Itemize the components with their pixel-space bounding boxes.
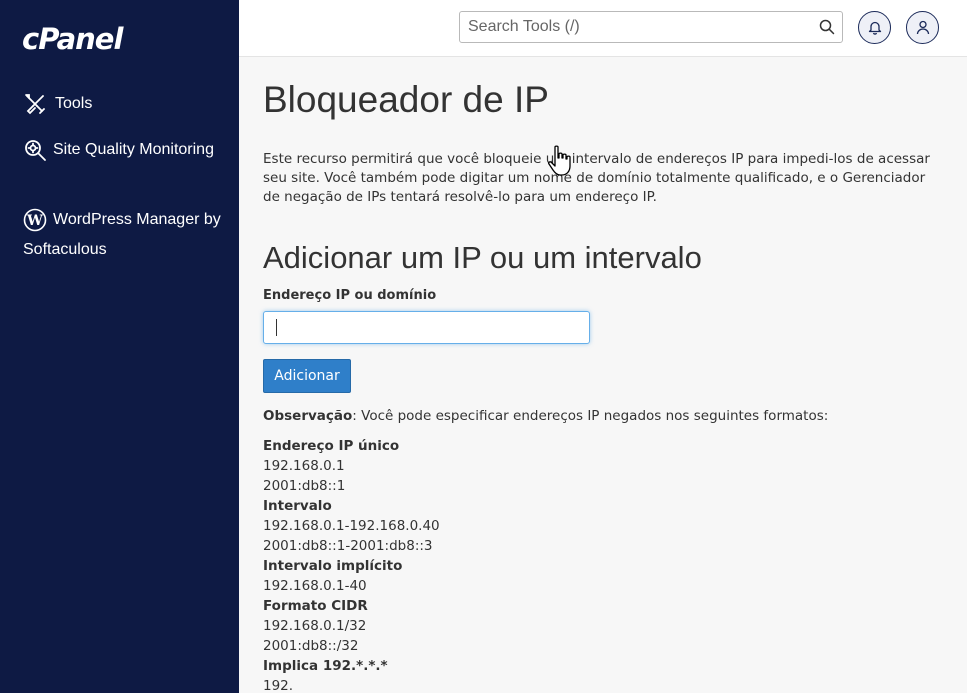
sidebar-item-label: Tools — [55, 95, 93, 112]
text-caret — [276, 319, 277, 336]
sidebar-item-label: WordPress Manager by Softaculous — [23, 211, 221, 258]
cpanel-logo[interactable]: cPanel — [22, 22, 123, 56]
sidebar-item-label: Site Quality Monitoring — [53, 141, 214, 158]
user-menu-button[interactable] — [906, 11, 939, 44]
bell-icon — [868, 21, 881, 35]
format-heading: Formato CIDR — [263, 598, 368, 614]
format-example: 2001:db8::1-2001:db8::3 — [263, 538, 433, 554]
sidebar: cPanel Tools Site Quality Monitoring W W… — [0, 0, 239, 693]
sidebar-item-tools[interactable]: Tools — [23, 89, 92, 119]
sidebar-item-wordpress-manager[interactable]: W WordPress Manager by Softaculous — [23, 205, 233, 265]
format-example: 192.168.0.1-192.168.0.40 — [263, 518, 440, 534]
ip-field-label: Endereço IP ou domínio — [263, 288, 437, 303]
format-heading: Implica 192.*.*.* — [263, 658, 388, 674]
wordpress-icon: W — [23, 208, 47, 232]
format-heading: Endereço IP único — [263, 438, 400, 454]
format-example: 192.168.0.1/32 — [263, 618, 367, 634]
add-button[interactable]: Adicionar — [263, 359, 351, 393]
page-title: Bloqueador de IP — [263, 79, 549, 120]
hand-cursor-icon — [548, 145, 571, 176]
note: Observação: Você pode especificar endere… — [263, 408, 828, 424]
format-example: 2001:db8::1 — [263, 478, 346, 494]
sidebar-item-site-quality-monitoring[interactable]: Site Quality Monitoring — [23, 135, 223, 165]
user-icon — [916, 20, 929, 35]
notifications-button[interactable] — [858, 11, 891, 44]
format-example: 192.168.0.1 — [263, 458, 345, 474]
format-example: 2001:db8::/32 — [263, 638, 359, 654]
svg-text:W: W — [26, 213, 43, 229]
magnifier-gear-icon — [25, 139, 46, 161]
top-header — [239, 0, 967, 57]
search-icon[interactable] — [819, 19, 835, 35]
search-input[interactable] — [460, 12, 800, 42]
formats-list: Endereço IP único 192.168.0.1 2001:db8::… — [263, 436, 440, 693]
tools-icon — [25, 93, 45, 115]
format-example: 192.168.0.1-40 — [263, 578, 367, 594]
format-heading: Intervalo implícito — [263, 558, 403, 574]
format-heading: Intervalo — [263, 498, 332, 514]
add-section-title: Adicionar um IP ou um intervalo — [263, 240, 702, 275]
page-description: Este recurso permitirá que você bloqueie… — [263, 151, 930, 205]
search-box — [459, 11, 843, 43]
note-text: : Você pode especificar endereços IP neg… — [352, 408, 829, 424]
format-example: 192. — [263, 678, 294, 693]
ip-domain-input[interactable] — [263, 311, 590, 344]
note-label: Observação — [263, 408, 353, 424]
